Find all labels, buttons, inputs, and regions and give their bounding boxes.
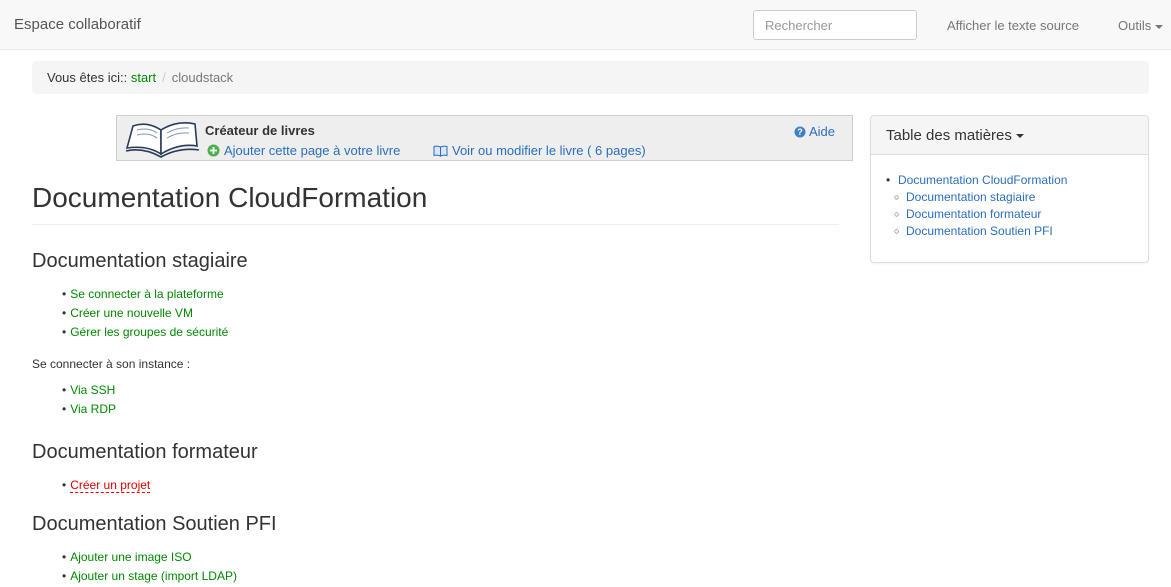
wiki-link[interactable]: Via SSH xyxy=(70,383,115,397)
section-heading-soutien-pfi: Documentation Soutien PFI xyxy=(32,513,277,535)
wiki-link[interactable]: Créer une nouvelle VM xyxy=(70,306,193,320)
book-creator-panel: Créateur de livres Ajouter cette page à … xyxy=(116,115,853,161)
list-item: Ajouter un stage (import LDAP) xyxy=(62,567,237,586)
add-page-to-book-link[interactable]: Ajouter cette page à votre livre xyxy=(207,143,400,160)
missing-page-link[interactable]: Créer un projet xyxy=(70,478,151,493)
view-book-link[interactable]: Voir ou modifier le livre ( 6 pages) xyxy=(433,143,646,160)
toc-item[interactable]: • Documentation CloudFormation xyxy=(886,172,1067,189)
list-item: Gérer les groupes de sécurité xyxy=(62,323,228,342)
add-page-label: Ajouter cette page à votre livre xyxy=(224,143,401,158)
toc-list: • Documentation CloudFormation ○ Documenta… xyxy=(886,172,1067,240)
toc-item[interactable]: ○ Documentation formateur xyxy=(886,206,1067,223)
breadcrumb: Vous êtes ici:: start / cloudstack xyxy=(32,61,1149,94)
wiki-link[interactable]: Se connecter à la plateforme xyxy=(70,287,223,301)
show-source-link[interactable]: Afficher le texte source xyxy=(947,18,1079,33)
search-input[interactable] xyxy=(753,10,917,40)
toc-item[interactable]: ○ Documentation stagiaire xyxy=(886,189,1067,206)
list-item: Via SSH xyxy=(62,381,116,400)
list-item: Créer une nouvelle VM xyxy=(62,304,228,323)
chevron-down-icon xyxy=(1155,24,1164,29)
help-link[interactable]: ? Aide xyxy=(794,124,835,141)
toc-toggle[interactable]: Table des matières xyxy=(871,116,1148,155)
book-creator-title: Créateur de livres xyxy=(205,123,315,138)
breadcrumb-current: cloudstack xyxy=(171,70,234,85)
breadcrumb-prefix: Vous êtes ici:: xyxy=(47,70,128,85)
view-book-label: Voir ou modifier le livre ( 6 pages) xyxy=(452,143,646,158)
tools-menu[interactable]: Outils xyxy=(1118,18,1164,33)
section-heading-stagiaire: Documentation stagiaire xyxy=(32,250,248,272)
svg-text:?: ? xyxy=(797,127,803,137)
breadcrumb-separator: / xyxy=(162,70,166,85)
toc-item[interactable]: ○ Documentation Soutien PFI xyxy=(886,223,1067,240)
wiki-link[interactable]: Via RDP xyxy=(70,402,116,416)
table-of-contents: Table des matières • Documentation CloudF… xyxy=(870,115,1149,263)
stagiaire-link-list: Se connecter à la plateforme Créer une n… xyxy=(62,285,228,342)
breadcrumb-link-start[interactable]: start xyxy=(131,70,156,85)
wiki-link[interactable]: Ajouter un stage (import LDAP) xyxy=(70,569,237,583)
help-label: Aide xyxy=(809,124,836,139)
toc-title: Table des matières xyxy=(886,127,1012,144)
site-brand[interactable]: Espace collaboratif xyxy=(14,16,141,33)
book-icon xyxy=(433,145,448,160)
open-book-icon xyxy=(123,118,201,165)
help-icon: ? xyxy=(794,126,806,141)
formateur-link-list: Créer un projet xyxy=(62,476,151,495)
tools-menu-label: Outils xyxy=(1118,18,1152,33)
section-heading-formateur: Documentation formateur xyxy=(32,441,258,463)
list-item: Ajouter une image ISO xyxy=(62,548,237,567)
instance-connect-text: Se connecter à son instance : xyxy=(32,357,191,371)
top-navbar: Espace collaboratif Afficher le texte so… xyxy=(0,0,1171,50)
wiki-link[interactable]: Ajouter une image ISO xyxy=(70,550,191,564)
add-circle-icon xyxy=(207,144,220,160)
list-item: Se connecter à la plateforme xyxy=(62,285,228,304)
connection-link-list: Via SSH Via RDP xyxy=(62,381,116,419)
list-item: Via RDP xyxy=(62,400,116,419)
list-item: Créer un projet xyxy=(62,476,151,495)
soutien-link-list: Ajouter une image ISO Ajouter un stage (… xyxy=(62,548,237,586)
wiki-link[interactable]: Gérer les groupes de sécurité xyxy=(70,325,228,339)
page-title: Documentation CloudFormation xyxy=(32,182,839,225)
chevron-down-icon xyxy=(1015,134,1024,139)
